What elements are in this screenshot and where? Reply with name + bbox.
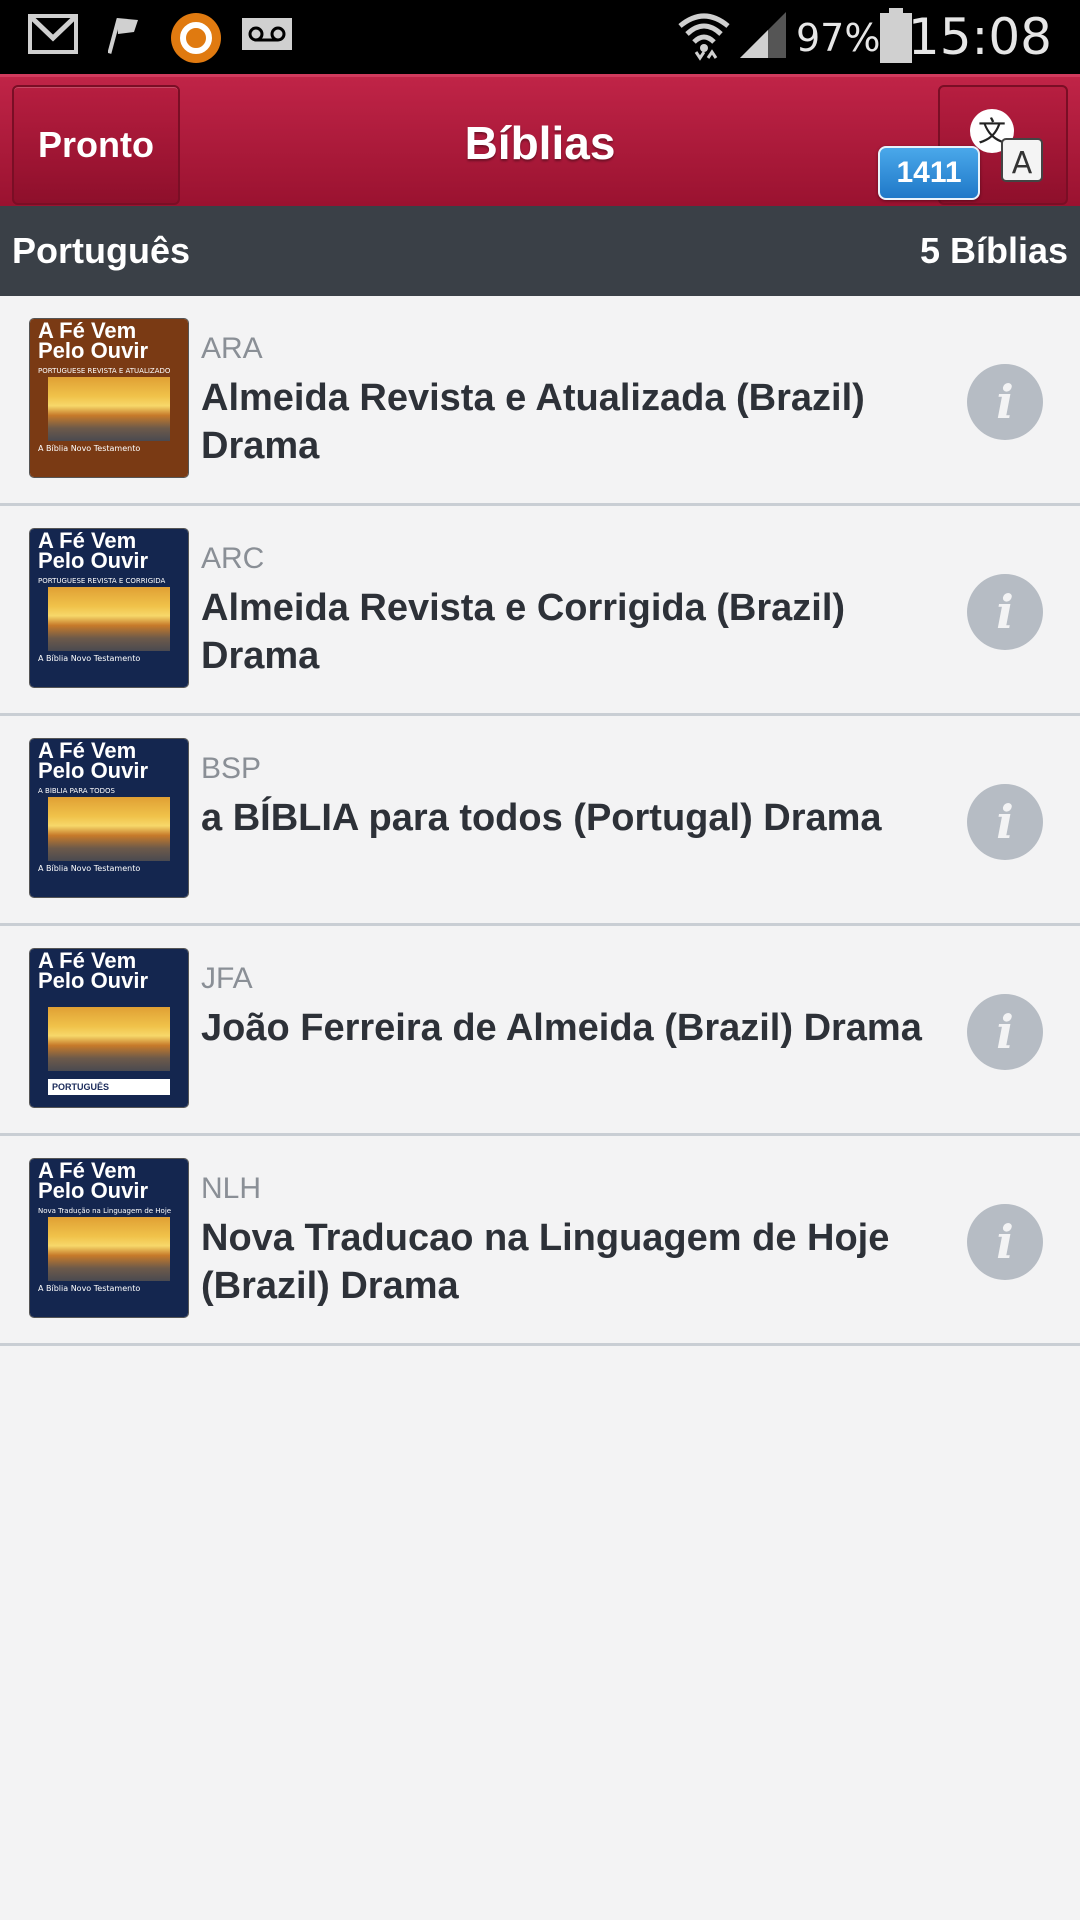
list-item[interactable]: A Fé Vem Pelo Ouvir Nova Tradução na Lin… <box>0 1136 1080 1346</box>
bible-abbreviation: JFA <box>201 962 253 995</box>
count-badge: 1411 <box>878 146 980 200</box>
info-icon: i <box>996 585 1014 639</box>
battery-percent: 97% <box>796 16 881 60</box>
cover-sunset <box>48 797 170 861</box>
bible-list: A Fé Vem Pelo Ouvir PORTUGUESE REVISTA E… <box>0 296 1080 1346</box>
bible-abbreviation: BSP <box>201 752 262 785</box>
cover-subtitle: A BÍBLIA PARA TODOS <box>38 787 115 795</box>
bible-name: a BÍBLIA para todos (Portugal) Drama <box>201 797 882 839</box>
cover-title: A Fé Vem Pelo Ouvir <box>38 319 149 363</box>
info-icon: i <box>996 1005 1014 1059</box>
cover-sunset <box>48 1217 170 1281</box>
bible-cover-image: A Fé Vem Pelo Ouvir Nova Tradução na Lin… <box>30 1159 188 1317</box>
info-button[interactable]: i <box>967 1204 1043 1280</box>
info-icon: i <box>996 1215 1014 1269</box>
info-button[interactable]: i <box>967 784 1043 860</box>
section-header: Português 5 Bíblias <box>0 206 1080 296</box>
cover-footer: A Bíblia Novo Testamento <box>38 444 141 453</box>
info-icon: i <box>996 375 1014 429</box>
cover-title: A Fé Vem Pelo Ouvir <box>38 739 149 783</box>
avast-icon <box>171 13 221 63</box>
bible-cover-image: A Fé Vem Pelo Ouvir PORTUGUÊS <box>30 949 188 1107</box>
cover-subtitle: Nova Tradução na Linguagem de Hoje <box>38 1207 172 1215</box>
status-time: 15:08 <box>907 8 1052 66</box>
cover-sunset <box>48 1007 170 1071</box>
cover-sunset <box>48 587 170 651</box>
cover-title: A Fé Vem Pelo Ouvir <box>38 949 149 993</box>
bible-name: Nova Traducao na Linguagem de Hoje (Braz… <box>201 1217 890 1307</box>
done-button[interactable]: Pronto <box>12 85 180 205</box>
bible-name: João Ferreira de Almeida (Brazil) Drama <box>201 1007 922 1049</box>
wifi-icon <box>678 13 730 61</box>
cover-title: A Fé Vem Pelo Ouvir <box>38 1159 149 1203</box>
bible-cover-image: A Fé Vem Pelo Ouvir PORTUGUESE REVISTA E… <box>30 529 188 687</box>
bible-abbreviation: ARA <box>201 332 263 365</box>
cover-subtitle: PORTUGUESE REVISTA E CORRIGIDA <box>38 577 166 585</box>
svg-text:A: A <box>1012 146 1033 181</box>
bible-abbreviation: NLH <box>201 1172 262 1205</box>
list-item[interactable]: A Fé Vem Pelo Ouvir PORTUGUESE REVISTA E… <box>0 506 1080 716</box>
bible-abbreviation: ARC <box>201 542 265 575</box>
bible-name: Almeida Revista e Atualizada (Brazil) Dr… <box>201 377 865 467</box>
section-language: Português <box>12 230 191 271</box>
cover-language-strip: PORTUGUÊS <box>48 1079 170 1095</box>
page-title: Bíblias <box>464 117 616 169</box>
cover-subtitle: PORTUGUESE REVISTA E ATUALIZADO <box>38 367 171 375</box>
cover-sunset <box>48 377 170 441</box>
signal-icon <box>740 12 786 58</box>
info-icon: i <box>996 795 1014 849</box>
list-item[interactable]: A Fé Vem Pelo Ouvir A BÍBLIA PARA TODOS … <box>0 716 1080 926</box>
voicemail-icon <box>242 18 292 50</box>
list-item[interactable]: A Fé Vem Pelo Ouvir PORTUGUÊS JFA João F… <box>0 926 1080 1136</box>
cover-footer: A Bíblia Novo Testamento <box>38 654 141 663</box>
status-bar: 97% 15:08 <box>0 0 1080 74</box>
cover-footer: A Bíblia Novo Testamento <box>38 864 141 873</box>
gmail-icon <box>28 14 78 54</box>
cover-footer: A Bíblia Novo Testamento <box>38 1284 141 1293</box>
cover-title: A Fé Vem Pelo Ouvir <box>38 529 149 573</box>
list-item[interactable]: A Fé Vem Pelo Ouvir PORTUGUESE REVISTA E… <box>0 296 1080 506</box>
info-button[interactable]: i <box>967 364 1043 440</box>
info-button[interactable]: i <box>967 574 1043 650</box>
bible-name: Almeida Revista e Corrigida (Brazil) Dra… <box>201 587 846 677</box>
bible-cover-image: A Fé Vem Pelo Ouvir PORTUGUESE REVISTA E… <box>30 319 188 477</box>
bible-cover-image: A Fé Vem Pelo Ouvir A BÍBLIA PARA TODOS … <box>30 739 188 897</box>
flag-icon <box>108 18 138 54</box>
info-button[interactable]: i <box>967 994 1043 1070</box>
section-count: 5 Bíblias <box>919 230 1068 271</box>
